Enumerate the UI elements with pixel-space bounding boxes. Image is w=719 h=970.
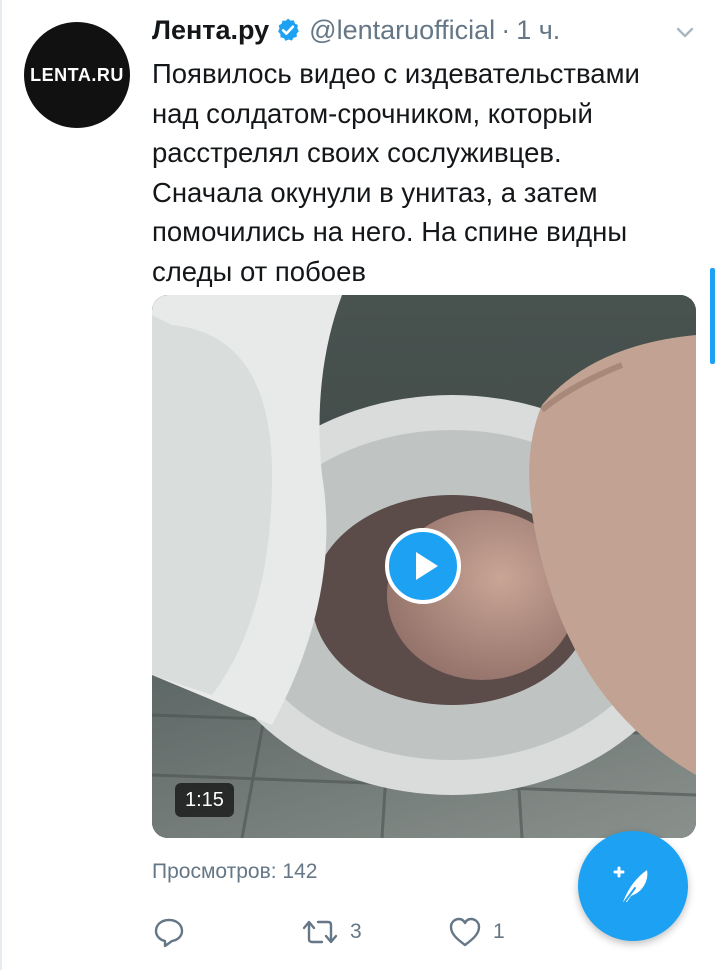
tweet-text-line: помочились на него. На спине видны <box>152 216 628 247</box>
heart-icon <box>449 917 481 947</box>
tweet-text: Появилось видео с издевательствами над с… <box>152 54 700 291</box>
tweet-text-line: над солдатом-срочником, который <box>152 97 593 129</box>
reply-button[interactable] <box>152 910 196 954</box>
retweet-icon <box>302 920 338 944</box>
tweet: LENTA.RU Лента.ру @lentaruofficial · 1 ч… <box>0 0 719 970</box>
scrollbar[interactable] <box>710 268 715 364</box>
avatar[interactable]: LENTA.RU <box>24 22 130 128</box>
avatar-logo-text: LENTA.RU <box>30 64 124 85</box>
timestamp[interactable]: 1 ч. <box>516 15 560 46</box>
like-button[interactable]: 1 <box>447 910 505 954</box>
video-thumbnail[interactable]: 1:15 <box>152 295 696 838</box>
verified-badge-icon <box>278 18 300 41</box>
tweet-text-line: Сначала окунули в унитаз, а затем <box>152 176 598 208</box>
view-count: Просмотров: 142 <box>152 860 318 883</box>
tweet-text-line: следы от побоев <box>152 255 366 287</box>
compose-tweet-button[interactable] <box>578 831 688 941</box>
reply-icon <box>154 918 184 948</box>
left-divider <box>0 0 2 970</box>
separator-dot: · <box>501 14 511 45</box>
compose-feather-icon <box>613 866 648 905</box>
play-button[interactable] <box>385 528 461 604</box>
retweet-count: 3 <box>350 920 362 943</box>
play-icon <box>416 552 438 580</box>
like-count: 1 <box>493 920 505 943</box>
retweet-button[interactable]: 3 <box>300 910 362 954</box>
tweet-text-line: расстрелял своих сослуживцев. <box>152 137 562 168</box>
tweet-header: Лента.ру @lentaruofficial · 1 ч. <box>152 10 560 50</box>
tweet-text-line: Появилось видео с издевательствами <box>152 58 640 89</box>
video-duration: 1:15 <box>175 783 234 817</box>
display-name[interactable]: Лента.ру <box>152 15 269 46</box>
chevron-down-icon[interactable] <box>670 18 700 48</box>
handle[interactable]: @lentaruofficial <box>309 15 495 46</box>
